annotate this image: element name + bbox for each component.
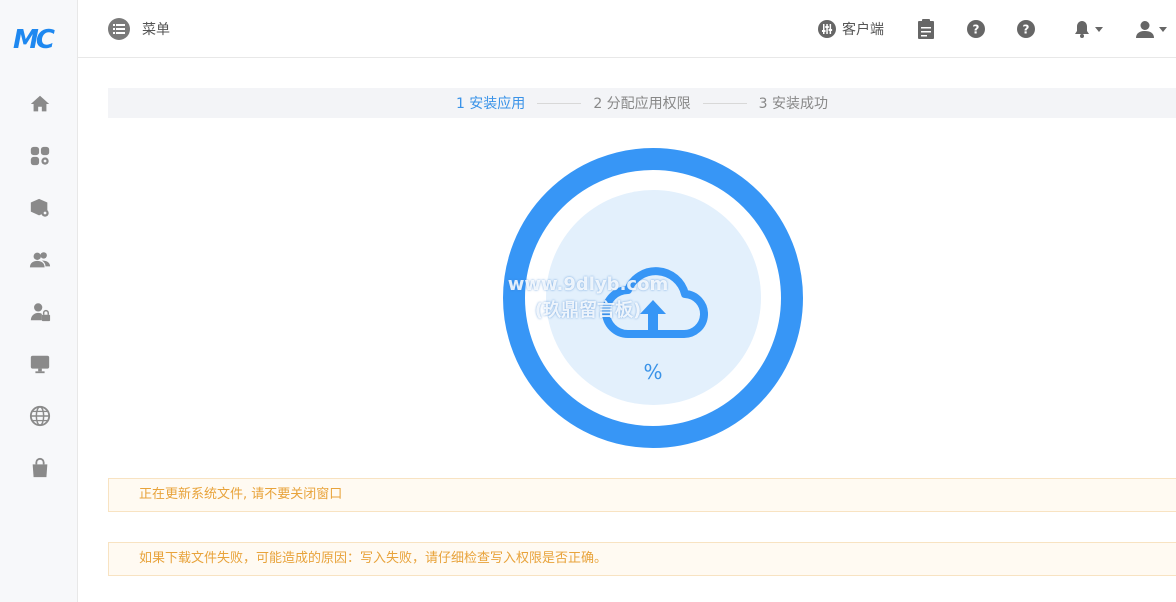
cloud-upload-icon — [602, 267, 708, 338]
step-install-success: 3 安装成功 — [758, 96, 829, 112]
step-assign-permissions: 2 分配应用权限 — [593, 96, 691, 112]
users-icon[interactable] — [28, 248, 52, 272]
menu-label: 菜单 — [142, 22, 170, 38]
client-button[interactable]: 客户端 — [818, 18, 884, 40]
clipboard-icon — [918, 19, 934, 39]
svg-text:?: ? — [973, 23, 980, 37]
top-bar: 菜单 客户端 ? ? — [78, 0, 1176, 58]
list-icon — [108, 18, 130, 40]
apps-settings-icon[interactable] — [28, 144, 52, 168]
user-lock-icon[interactable] — [28, 300, 52, 324]
step-divider — [702, 102, 747, 104]
chevron-down-icon — [1095, 26, 1103, 32]
clipboard-button[interactable] — [917, 18, 935, 40]
install-steps: 1 安装应用 2 分配应用权限 3 安装成功 — [108, 88, 1176, 118]
client-label: 客户端 — [842, 22, 884, 38]
chevron-down-icon — [1159, 26, 1167, 32]
failure-hint-alert: 如果下载文件失败，可能造成的原因：写入失败，请仔细检查写入权限是否正确。 — [108, 542, 1176, 576]
menu-button[interactable]: 菜单 — [108, 17, 170, 41]
notifications-button[interactable] — [1074, 18, 1103, 40]
bell-icon — [1075, 21, 1089, 38]
logo[interactable]: MC — [13, 26, 63, 54]
updating-alert: 正在更新系统文件, 请不要关闭窗口 — [108, 478, 1176, 512]
package-settings-icon[interactable] — [28, 196, 52, 220]
user-icon — [1136, 21, 1154, 38]
user-menu-button[interactable] — [1136, 18, 1167, 40]
question-icon: ? — [967, 20, 985, 38]
svg-text:?: ? — [1023, 23, 1030, 37]
question-icon: ? — [1017, 20, 1035, 38]
help-button-2[interactable]: ? — [1017, 18, 1035, 40]
bag-icon[interactable] — [28, 456, 52, 480]
home-icon[interactable] — [28, 92, 52, 116]
globe-icon[interactable] — [28, 404, 52, 428]
step-install-app: 1 安装应用 — [455, 96, 526, 112]
help-button-1[interactable]: ? — [967, 18, 985, 40]
monitor-icon[interactable] — [28, 352, 52, 376]
sidebar: MC — [0, 0, 78, 602]
progress-percent: % — [643, 360, 663, 384]
sliders-icon — [818, 20, 836, 38]
step-divider — [537, 102, 582, 104]
